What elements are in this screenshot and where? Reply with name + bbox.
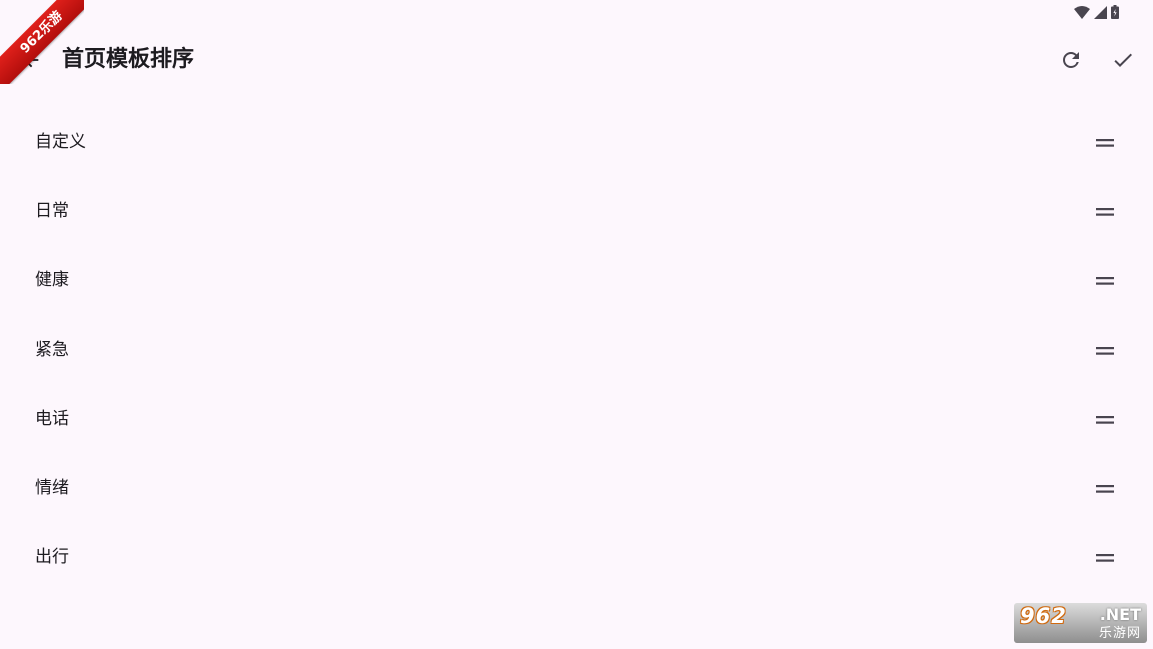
- watermark-site-name: 乐游网: [1098, 626, 1141, 641]
- list-item[interactable]: 情绪: [0, 454, 1153, 523]
- drag-handle[interactable]: [1090, 475, 1120, 503]
- drag-handle[interactable]: [1090, 267, 1120, 295]
- drag-handle-icon: [1096, 208, 1114, 216]
- drag-handle-icon: [1096, 139, 1114, 147]
- list-item[interactable]: 电话: [0, 385, 1153, 454]
- list-item[interactable]: 日常: [0, 177, 1153, 246]
- app-screen: 首页模板排序 自定义 日常 健康 紧急 电话 情绪 出行 962乐游 962 .…: [0, 0, 1153, 649]
- list-item-label: 电话: [35, 408, 69, 429]
- drag-handle-icon: [1096, 484, 1114, 493]
- status-bar: [0, 0, 1153, 24]
- drag-handle-icon: [1096, 554, 1114, 562]
- drag-handle[interactable]: [1090, 337, 1120, 365]
- battery-icon: [1111, 5, 1119, 19]
- list-item-label: 健康: [35, 270, 69, 291]
- list-item-label: 出行: [35, 547, 69, 568]
- drag-handle-icon: [1096, 346, 1114, 355]
- app-bar: 首页模板排序: [0, 24, 1153, 96]
- list-item[interactable]: 自定义: [0, 108, 1153, 177]
- refresh-button[interactable]: [1051, 40, 1091, 80]
- drag-handle[interactable]: [1090, 198, 1120, 226]
- watermark-number: 962: [1020, 604, 1067, 628]
- drag-handle[interactable]: [1090, 544, 1120, 572]
- corner-ribbon-text: 962乐游: [0, 0, 84, 84]
- template-sort-list: 自定义 日常 健康 紧急 电话 情绪 出行: [0, 108, 1153, 592]
- drag-handle-icon: [1096, 277, 1114, 286]
- wifi-icon: [1074, 5, 1090, 19]
- list-item-label: 日常: [35, 201, 69, 222]
- list-item[interactable]: 健康: [0, 246, 1153, 315]
- confirm-button[interactable]: [1103, 40, 1143, 80]
- list-item-label: 紧急: [35, 339, 69, 360]
- list-item[interactable]: 出行: [0, 523, 1153, 592]
- check-icon: [1114, 53, 1132, 67]
- list-item-label: 情绪: [35, 477, 69, 498]
- corner-ribbon: 962乐游: [0, 0, 84, 84]
- refresh-icon: [1063, 52, 1079, 68]
- signal-icon: [1094, 5, 1107, 19]
- list-item[interactable]: 紧急: [0, 316, 1153, 385]
- drag-handle[interactable]: [1090, 406, 1120, 434]
- status-icons: [1074, 5, 1119, 19]
- drag-handle-icon: [1096, 415, 1114, 424]
- drag-handle[interactable]: [1090, 129, 1120, 157]
- list-item-label: 自定义: [35, 132, 86, 152]
- site-watermark: 962 .NET 乐游网: [1014, 603, 1147, 643]
